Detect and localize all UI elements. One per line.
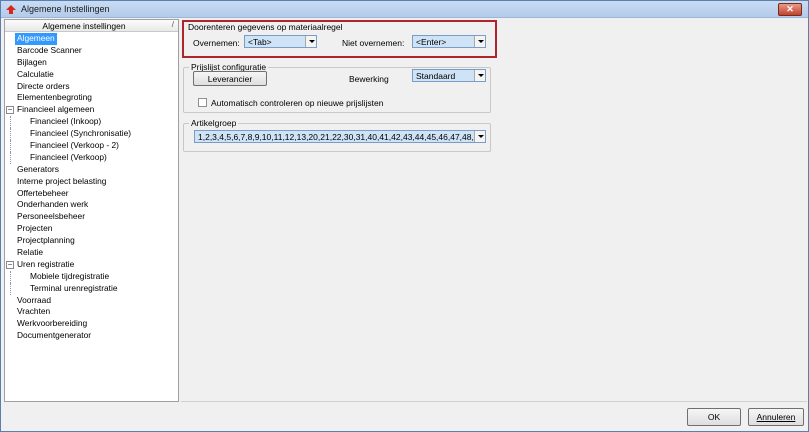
tree-item[interactable]: Elementenbegroting [5,92,178,104]
tree-item[interactable]: Bijlagen [5,57,178,69]
tree-item[interactable]: Algemeen [5,33,178,45]
tree-item-label: Generators [17,163,59,174]
auto-check-label: Automatisch controleren op nieuwe prijsl… [211,98,384,108]
tree-item-label: Barcode Scanner [17,44,82,55]
group-artikelgroep-title: Artikelgroep [189,118,239,128]
tree-header[interactable]: Algemene instellingen / [5,20,178,32]
tree-item[interactable]: Directe orders [5,81,178,93]
auto-check-checkbox[interactable] [198,98,207,107]
tree-item[interactable]: Financieel (Verkoop) [5,151,178,164]
collapse-icon[interactable]: − [6,106,14,115]
footer-divider [181,401,807,402]
tree-item-label: Projecten [17,223,53,234]
tree-item[interactable]: − Financieel algemeen [5,104,178,116]
tree-item[interactable]: Interne project belasting [5,176,178,188]
collapse-icon[interactable]: − [6,260,14,269]
tree-item[interactable]: Generators [5,164,178,176]
tree-item-label: Directe orders [17,80,70,91]
tree-item-label: Financieel (Synchronisatie) [30,128,132,139]
tree-item-label: Terminal urenregistratie [30,282,118,293]
tree-connector [10,128,11,141]
tree-header-label: Algemene instellingen [42,21,126,31]
settings-tree[interactable]: Algemene instellingen / Algemeen Barcode … [4,19,179,402]
tree-connector [10,282,11,295]
tree-item[interactable]: Barcode Scanner [5,45,178,57]
niet-overnemen-select[interactable]: <Enter> [412,35,486,48]
niet-overnemen-label: Niet overnemen: [342,38,405,48]
overnemen-select[interactable]: <Tab> [244,35,317,48]
tree-item-label: Personeelsbeheer [17,211,85,222]
tree-item[interactable]: Offertebeheer [5,188,178,200]
chevron-down-icon[interactable] [305,36,316,47]
tree-list: Algemeen Barcode Scanner Bijlagen Calculati… [5,33,178,342]
tree-item[interactable]: Financieel (Verkoop - 2) [5,140,178,153]
bewerking-select[interactable]: Standaard [412,69,486,82]
tree-connector [10,270,11,283]
tree-item[interactable]: Documentgenerator [5,330,178,342]
tree-item-label: Werkvoorbereiding [17,318,88,329]
tree-item-label: Voorraad [17,294,51,305]
window-title: Algemene Instellingen [21,4,110,14]
tree-item[interactable]: Mobiele tijdregistratie [5,270,178,283]
tree-item-label: Mobiele tijdregistratie [30,270,110,281]
tree-item-label: Elementenbegroting [17,92,92,103]
tree-item[interactable]: Financieel (Synchronisatie) [5,128,178,141]
ok-button[interactable]: OK [687,408,741,426]
app-logo-icon [6,5,16,14]
tree-item[interactable]: − Uren registratie [5,259,178,271]
tree-item-label: Onderhanden werk [17,199,89,210]
tree-item[interactable]: Werkvoorbereiding [5,318,178,330]
tree-item[interactable]: Onderhanden werk [5,199,178,211]
tree-item-label: Uren registratie [17,258,75,269]
tree-item-label: Relatie [17,247,44,258]
artikelgroep-value: 1,2,3,4,5,6,7,8,9,10,11,12,13,20,21,22,3… [198,132,474,142]
tree-item-label: Financieel algemeen [17,104,95,115]
overnemen-label: Overnemen: [193,38,240,48]
chevron-down-icon[interactable] [474,70,485,81]
tree-connector [10,116,11,129]
tree-connector [10,140,11,153]
niet-overnemen-value: <Enter> [416,37,447,47]
close-button[interactable]: ✕ [778,3,802,16]
chevron-down-icon[interactable] [474,131,485,142]
cancel-button[interactable]: Annuleren [748,408,804,426]
tree-item-label: Financieel (Inkoop) [30,116,102,127]
tree-item[interactable]: Projecten [5,223,178,235]
title-bar[interactable]: Algemene Instellingen ✕ [1,1,808,18]
tree-item[interactable]: Terminal urenregistratie [5,282,178,295]
tree-item-label: Financieel (Verkoop) [30,151,107,162]
tree-item-label: Algemeen [15,33,57,45]
tree-item[interactable]: Calculatie [5,69,178,81]
sort-icon: / [171,20,174,29]
tree-item[interactable]: Projectplanning [5,235,178,247]
bewerking-label: Bewerking [349,74,389,84]
artikelgroep-select[interactable]: 1,2,3,4,5,6,7,8,9,10,11,12,13,20,21,22,3… [194,130,486,143]
bewerking-value: Standaard [416,71,456,81]
chevron-down-icon[interactable] [474,36,485,47]
tree-item[interactable]: Relatie [5,247,178,259]
tree-item-label: Documentgenerator [17,330,92,341]
tree-item[interactable]: Vrachten [5,306,178,318]
tree-item-label: Interne project belasting [17,175,107,186]
leverancier-button[interactable]: Leverancier [193,71,267,86]
tree-connector [10,151,11,164]
tree-item-label: Offertebeheer [17,187,69,198]
tree-item[interactable]: Financieel (Inkoop) [5,116,178,129]
tree-item[interactable]: Voorraad [5,295,178,307]
tree-item-label: Financieel (Verkoop - 2) [30,140,119,151]
overnemen-value: <Tab> [248,37,272,47]
tree-item-label: Calculatie [17,68,54,79]
settings-window: Algemene Instellingen ✕ Algemene instell… [0,0,809,432]
tree-item-label: Projectplanning [17,235,75,246]
tree-item[interactable]: Personeelsbeheer [5,211,178,223]
tree-item-label: Vrachten [17,306,51,317]
tree-item-label: Bijlagen [17,56,47,67]
group-doorenteren-title: Doorenteren gegevens op materiaalregel [186,22,345,32]
